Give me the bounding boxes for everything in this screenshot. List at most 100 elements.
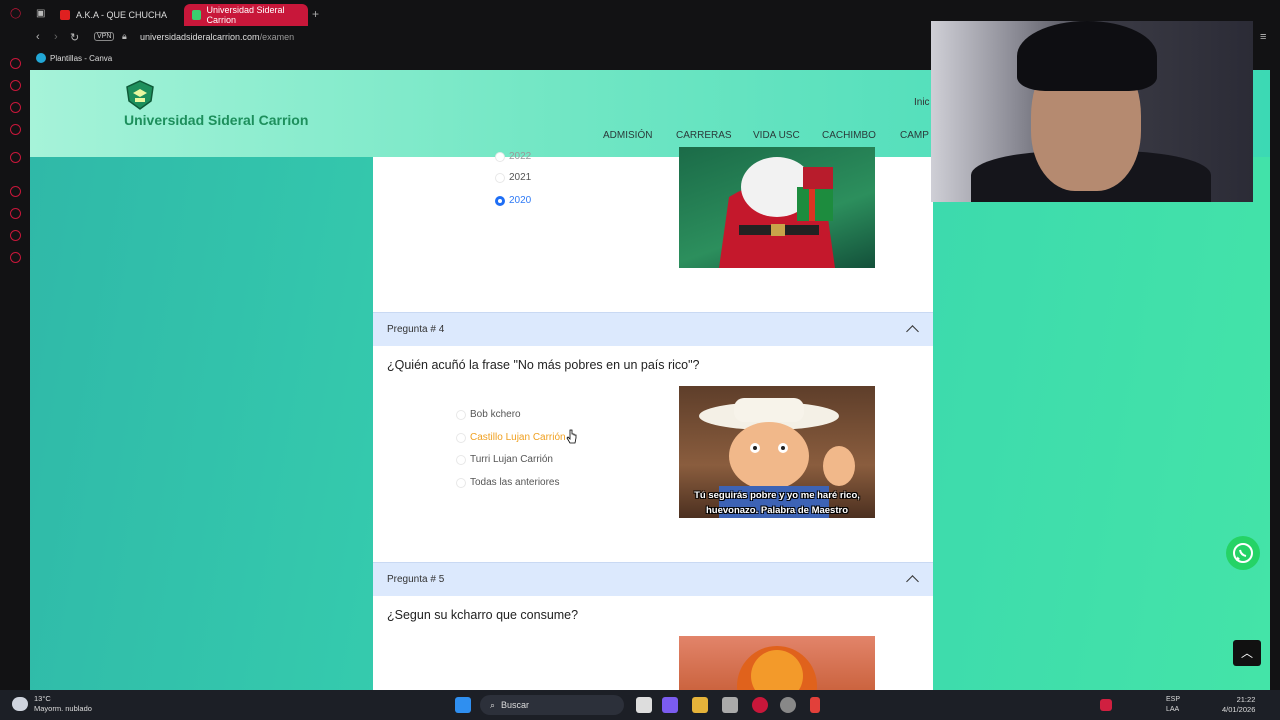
mouse-cursor-icon [566,429,577,444]
radio-button[interactable] [495,152,505,162]
chevron-up-icon[interactable] [906,325,919,338]
question-5-header[interactable]: Pregunta # 5 [373,562,933,596]
forward-icon[interactable]: › [54,31,58,43]
option-label: 2021 [509,172,532,183]
weather-temp: 13°C [34,694,51,703]
exam-panel: 2022 2021 2020 Pregunta # 4 ¿Quién acuñó… [373,147,933,690]
store-icon[interactable] [722,697,738,713]
scroll-to-top-button[interactable]: ︿ [1233,640,1261,666]
opera-logo-icon[interactable]: ◯ [10,8,21,19]
opera-gx-icon[interactable] [752,697,768,713]
url-field[interactable]: universidadsideralcarrion.com/examen [140,32,294,42]
chevron-up-icon[interactable] [906,575,919,588]
history-icon[interactable] [10,208,21,219]
rail-icon[interactable] [10,124,21,135]
back-icon[interactable]: ‹ [36,31,40,43]
tray-icon[interactable] [1100,699,1112,711]
option-castillo[interactable]: Castillo Lujan Carrión [456,432,566,443]
scrollbar[interactable] [1270,48,1280,690]
clock-time: 21:22 [1236,695,1256,704]
file-explorer-icon[interactable] [692,697,708,713]
option-label: Bob kchero [470,409,521,420]
nav-carreras[interactable]: CARRERAS [676,130,732,141]
task-view-icon[interactable] [636,697,652,713]
youtube-icon [60,10,70,20]
steam-icon[interactable] [780,697,796,713]
rail-icon[interactable] [10,102,21,113]
microphone-icon[interactable] [810,697,820,713]
question-number: Pregunta # 5 [387,574,445,585]
meme-caption-line2: huevonazo. Palabra de Maestro [705,505,848,516]
taskbar-search[interactable]: ⌕ Buscar [480,695,624,715]
option-label: 2020 [509,195,532,206]
workspaces-icon[interactable]: ▣ [36,8,45,19]
tab-universidad[interactable]: Universidad Sideral Carrion [184,4,308,26]
option-label: Turri Lujan Carrión [470,454,553,465]
radio-button[interactable] [456,455,466,465]
windows-start-icon[interactable] [455,697,471,713]
whatsapp-icon [1233,543,1253,563]
option-bob-kchero[interactable]: Bob kchero [456,409,521,420]
option-turri[interactable]: Turri Lujan Carrión [456,454,553,465]
site-favicon-icon [192,10,201,20]
site-brand[interactable]: Universidad Sideral Carrion [124,112,308,128]
radio-button-selected[interactable] [495,196,505,206]
weather-desc: Mayorm. nublado [34,704,92,713]
sidebar-rail [0,48,30,690]
url-domain: universidadsideralcarrion.com [140,32,260,42]
lang-secondary: LAA [1166,706,1180,713]
option-label: Castillo Lujan Carrión [470,432,566,443]
settings-icon[interactable] [10,252,21,263]
language-indicator[interactable]: ESP LAA [1166,695,1180,715]
search-icon: ⌕ [490,699,496,710]
option-label: 2022 [509,151,532,162]
rail-icon[interactable] [10,230,21,241]
whatsapp-button[interactable] [1226,536,1260,570]
weather-cloud-icon [12,697,28,711]
question-5-illustration-icon [737,646,817,690]
url-path: /examen [259,32,295,42]
clock-date: 4/01/2026 [1222,705,1256,714]
question-4-text: ¿Quién acuñó la frase "No más pobres en … [387,358,700,372]
question-image-5 [679,636,875,690]
option-todas[interactable]: Todas las anteriores [456,477,560,488]
teams-icon[interactable] [662,697,678,713]
rail-icon[interactable] [10,58,21,69]
nav-vida-usc[interactable]: VIDA USC [753,130,800,141]
nav-cachimbo[interactable]: CACHIMBO [822,130,876,141]
vpn-badge[interactable]: VPN [94,32,115,41]
tab-label: Universidad Sideral Carrion [206,5,285,25]
option-label: Todas las anteriores [470,477,560,488]
rail-icon[interactable] [10,80,21,91]
twitch-icon[interactable] [10,152,21,163]
menu-icon[interactable]: ≡ [1260,31,1266,43]
santa-illustration-icon [719,157,835,268]
lang-primary: ESP [1166,696,1181,703]
university-logo-icon[interactable] [124,79,156,111]
question-number: Pregunta # 4 [387,324,445,335]
meme-caption-line1: Tú seguirás pobre y yo me haré rico, [694,490,860,501]
option-2021[interactable]: 2021 [495,172,532,183]
radio-button[interactable] [456,410,466,420]
nav-inicio[interactable]: Inic [914,97,930,108]
new-tab-icon[interactable]: + [312,7,319,21]
nav-admision[interactable]: ADMISIÓN [603,130,652,141]
nav-campus[interactable]: CAMP [900,130,929,141]
radio-button[interactable] [456,433,466,443]
webcam-hair [1017,21,1157,91]
lock-icon[interactable]: 🔒︎ [122,31,127,42]
option-2020[interactable]: 2020 [495,195,532,206]
question-4-header[interactable]: Pregunta # 4 [373,312,933,346]
weather-widget[interactable]: 13°C Mayorm. nublado [34,694,92,714]
search-label: Buscar [501,700,530,710]
webcam-overlay [931,21,1253,202]
radio-button[interactable] [456,478,466,488]
tab-aka[interactable]: A.K.A - QUE CHUCHA [52,4,182,26]
bookmark-canva[interactable]: Plantillas - Canva [36,53,112,63]
radio-button[interactable] [495,173,505,183]
clock[interactable]: 21:22 4/01/2026 [1222,695,1255,715]
rail-icon[interactable] [10,186,21,197]
question-5-text: ¿Segun su kcharro que consume? [387,608,579,622]
option-2022[interactable]: 2022 [495,151,532,162]
reload-icon[interactable]: ↻ [70,31,79,44]
